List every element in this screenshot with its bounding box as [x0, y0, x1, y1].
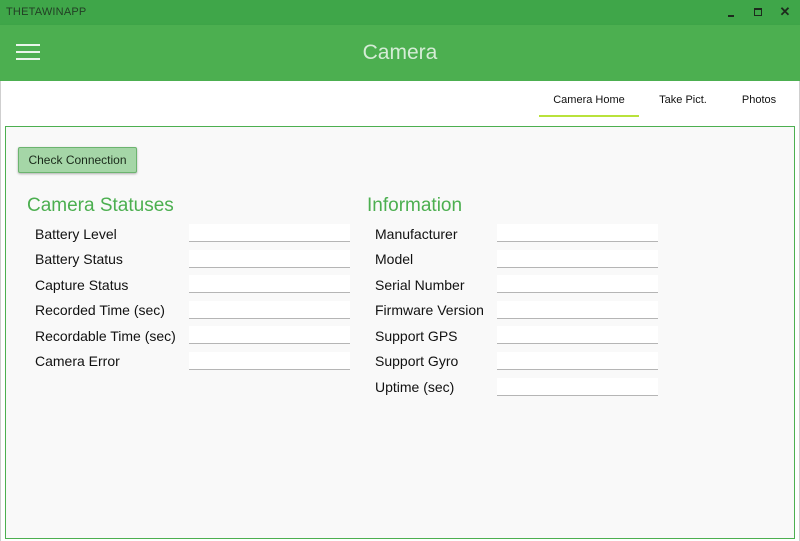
firmware-version-label: Firmware Version [375, 302, 484, 318]
tab-bar: Camera Home Take Pict. Photos [0, 81, 800, 117]
window-titlebar: THETAWINAPP ✕ [0, 0, 800, 25]
support-gyro-label: Support Gyro [375, 353, 459, 369]
hamburger-line [16, 44, 40, 46]
recordable-time-field [189, 326, 350, 344]
battery-level-label: Battery Level [35, 226, 117, 242]
window-border-left [0, 81, 1, 541]
capture-status-field [189, 275, 350, 293]
tab-photos[interactable]: Photos [728, 87, 790, 115]
tab-camera-home[interactable]: Camera Home [539, 87, 639, 117]
window-title: THETAWINAPP [6, 6, 87, 18]
support-gyro-field [497, 352, 658, 370]
close-glyph: ✕ [779, 4, 791, 19]
recorded-time-field [189, 301, 350, 319]
tab-take-picture[interactable]: Take Pict. [643, 87, 723, 115]
uptime-label: Uptime (sec) [375, 379, 455, 395]
hamburger-icon[interactable] [14, 42, 42, 64]
check-connection-button[interactable]: Check Connection [18, 147, 137, 173]
maximize-icon[interactable] [745, 3, 771, 21]
capture-status-label: Capture Status [35, 277, 129, 293]
camera-error-field [189, 352, 350, 370]
uptime-field [497, 378, 658, 396]
battery-status-field [189, 250, 350, 268]
manufacturer-field [497, 224, 658, 242]
recordable-time-label: Recordable Time (sec) [35, 328, 176, 344]
serial-number-field [497, 275, 658, 293]
close-icon[interactable]: ✕ [772, 3, 798, 21]
support-gps-label: Support GPS [375, 328, 458, 344]
battery-status-label: Battery Status [35, 251, 123, 267]
serial-number-label: Serial Number [375, 277, 465, 293]
support-gps-field [497, 326, 658, 344]
model-label: Model [375, 251, 414, 267]
firmware-version-field [497, 301, 658, 319]
recorded-time-label: Recorded Time (sec) [35, 302, 165, 318]
model-field [497, 250, 658, 268]
hamburger-line [16, 51, 40, 53]
app-header: Camera [0, 25, 800, 81]
information-title: Information [367, 195, 463, 216]
battery-level-field [189, 224, 350, 242]
manufacturer-label: Manufacturer [375, 226, 458, 242]
camera-statuses-title: Camera Statuses [27, 195, 174, 216]
page-title: Camera [362, 41, 438, 64]
camera-error-label: Camera Error [35, 353, 120, 369]
minimize-icon[interactable] [718, 3, 744, 21]
hamburger-line [16, 58, 40, 60]
